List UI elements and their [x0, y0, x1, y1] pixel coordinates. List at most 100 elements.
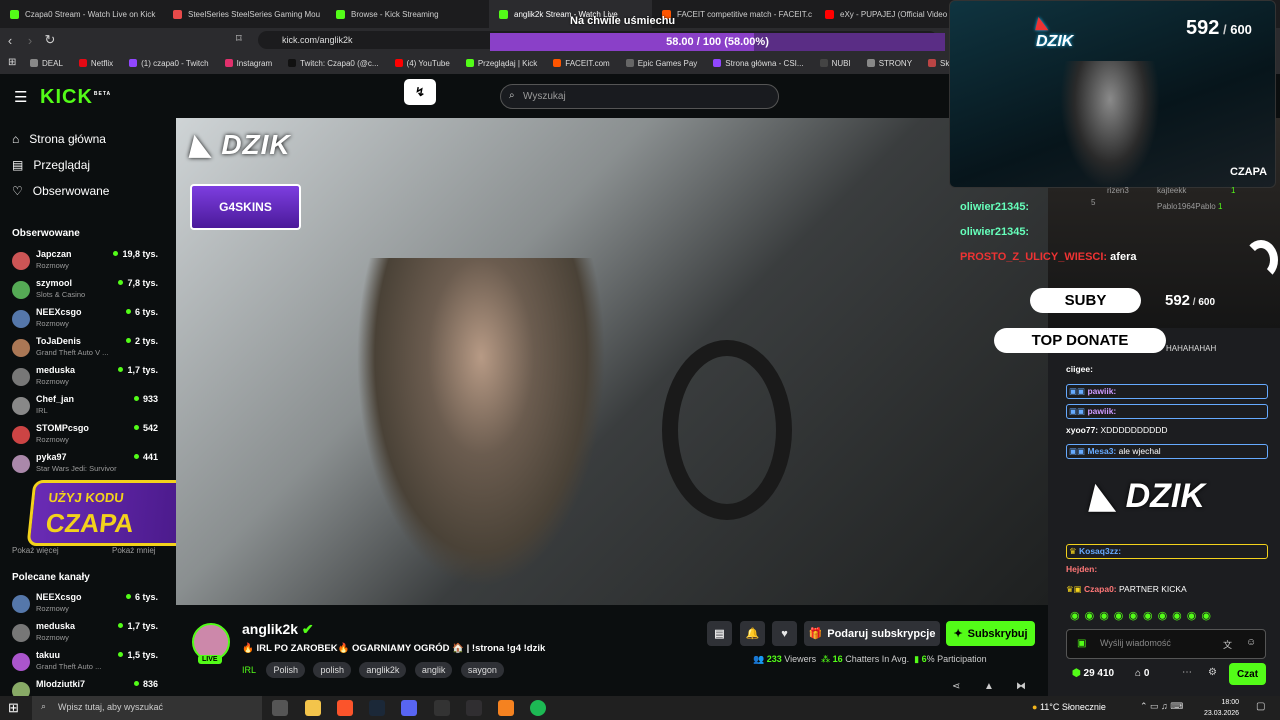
search-input[interactable]: ⌕ Wyszukaj: [500, 84, 779, 109]
webcam-dzik-logo: ◣ DZIK: [1036, 15, 1074, 50]
report-icon[interactable]: ▲: [984, 681, 994, 692]
twitch-icon: [129, 59, 138, 67]
chat-options-icon[interactable]: ⋯: [1182, 667, 1192, 678]
back-icon[interactable]: ‹: [0, 33, 20, 48]
browser-tab[interactable]: Czapa0 Stream - Watch Live on Kick: [0, 0, 163, 28]
dzik-logo-video: ◣ DZIK: [190, 129, 291, 160]
bookmark-item[interactable]: (1) czapa0 - Twitch: [129, 59, 209, 68]
bookmark-item[interactable]: Instagram: [224, 59, 272, 68]
poll-bar: 58.00 / 100 (58.00%): [490, 33, 945, 51]
kick-emote-icon: ▣: [1077, 638, 1087, 649]
nav-browse[interactable]: ▤ Przeglądaj: [12, 158, 90, 172]
poll-title: Na chwile uśmiechu: [570, 15, 676, 27]
followed-channel[interactable]: szymool Slots & Casino 7,8 tys.: [12, 277, 172, 306]
bookmark-item[interactable]: Epic Games Pay: [625, 59, 697, 68]
steam-icon[interactable]: [369, 700, 385, 716]
gift-subs-button[interactable]: 🎁 Podaruj subskrypcje: [804, 621, 940, 646]
bookmark-item[interactable]: Twitch: Czapa0 (@c...: [288, 59, 379, 68]
recommended-channel[interactable]: Mlodziutki7 836: [12, 678, 172, 696]
bookmark-item[interactable]: Przeglądaj | Kick: [465, 59, 537, 68]
bookmark-item[interactable]: Netflix: [78, 59, 113, 68]
task-view-icon[interactable]: [272, 700, 288, 716]
app-icon[interactable]: [498, 700, 514, 716]
recommended-header: Polecane kanały: [12, 572, 90, 583]
browser-tab[interactable]: Browse - Kick Streaming: [326, 0, 489, 28]
weather[interactable]: ● 11°C Słonecznie: [1032, 702, 1106, 712]
stream-stats: 👥 233 Viewers ⁂ 16 Chatters In Avg. ▮ 6%…: [753, 654, 987, 664]
clock[interactable]: 18:00 23.03.2026: [1204, 697, 1239, 719]
tiktok-icon: [288, 59, 297, 67]
followed-channel[interactable]: ToJaDenis Grand Theft Auto V ... 2 tys.: [12, 335, 172, 364]
video-driver-silhouette: [356, 258, 606, 588]
bookmark-item[interactable]: NUBI: [819, 59, 851, 68]
kick-logo[interactable]: KICKBETA: [40, 86, 111, 109]
brave-icon[interactable]: [337, 700, 353, 716]
avatar: [12, 339, 30, 357]
star-icon: ✦: [953, 628, 963, 640]
file-explorer-icon[interactable]: [305, 700, 321, 716]
category-link[interactable]: IRL: [242, 665, 256, 675]
browser-tab[interactable]: SteelSeries SteelSeries Gaming Mou: [163, 0, 326, 28]
kick-app-icon[interactable]: ↯: [404, 79, 436, 105]
video-player[interactable]: ◣ DZIK G4SKINS: [176, 118, 1048, 605]
clip-button[interactable]: ▤: [707, 621, 732, 646]
spotify-icon[interactable]: [530, 700, 546, 716]
show-more-link[interactable]: Pokaż więcej: [12, 546, 59, 555]
subscribe-button[interactable]: ✦ Subskrybuj: [946, 621, 1035, 646]
notifications-icon[interactable]: ▢: [1256, 701, 1265, 712]
tag[interactable]: saygon: [460, 662, 504, 678]
bookmark-item[interactable]: Strona główna - CSI...: [713, 59, 804, 68]
followed-channel[interactable]: Chef_jan IRL 933: [12, 393, 172, 422]
stream-title: 🔥 IRL PO ZAROBEK🔥 OGARNIAMY OGRÓD 🏠 | !s…: [242, 643, 546, 654]
tag[interactable]: polish: [313, 662, 351, 678]
follow-heart-icon[interactable]: ♥: [772, 621, 797, 646]
nav-following[interactable]: ♡ Obserwowane: [12, 184, 109, 198]
tag[interactable]: anglik2k: [359, 662, 407, 678]
bookmark-item[interactable]: (4) YouTube: [394, 59, 450, 68]
share-icon[interactable]: ⋖: [952, 681, 960, 692]
recommended-channel[interactable]: meduska Rozmowy 1,7 tys.: [12, 620, 172, 649]
epic-icon[interactable]: [434, 700, 450, 716]
notification-bell-icon[interactable]: 🔔: [740, 621, 765, 646]
tray-icons[interactable]: ⌃ ▭ ♫ ⌨: [1140, 701, 1183, 712]
emoji-icon[interactable]: ☺: [1246, 637, 1256, 648]
translate-icon[interactable]: 文: [1223, 638, 1232, 651]
followed-channel[interactable]: STOMPcsgo Rozmowy 542: [12, 422, 172, 451]
bookmark-item[interactable]: DEAL: [30, 59, 63, 68]
taskbar-search[interactable]: ⌕ Wpisz tutaj, aby wyszukać: [32, 696, 262, 720]
chat-settings-icon[interactable]: ⚙: [1208, 667, 1217, 678]
tag[interactable]: Polish: [266, 662, 305, 678]
browser-tab[interactable]: FACEIT competitive match - FACEIT.c: [652, 0, 815, 28]
tag[interactable]: anglik: [414, 662, 453, 678]
bookmark-icon[interactable]: ⌑: [236, 32, 242, 45]
menu-icon[interactable]: ☰: [14, 88, 27, 106]
nav-home[interactable]: ⌂ Strona główna: [12, 132, 106, 146]
chat-message: oliwier21345:: [960, 226, 1030, 238]
windows-start-icon[interactable]: ⊞: [8, 700, 19, 716]
promo-code-banner: UŻYJ KODU CZAPA: [26, 480, 194, 546]
recommended-channel[interactable]: NEEXcsgo Rozmowy 6 tys.: [12, 591, 172, 620]
discord-icon[interactable]: [401, 700, 417, 716]
recommended-channel[interactable]: takuu Grand Theft Auto ... 1,5 tys.: [12, 649, 172, 678]
donor-item: 5: [1091, 198, 1096, 207]
donor-item: rizen3: [1107, 186, 1129, 195]
followed-channel[interactable]: pyka97 Star Wars Jedi: Survivor 441: [12, 451, 172, 480]
chat-send-button[interactable]: Czat: [1229, 663, 1266, 685]
followed-channel[interactable]: Japczan Rozmowy 19,8 tys.: [12, 248, 172, 277]
chat-input[interactable]: ▣ Wyślij wiadomość 文 ☺: [1066, 629, 1266, 659]
followed-channel[interactable]: NEEXcsgo Rozmowy 6 tys.: [12, 306, 172, 335]
obs-icon[interactable]: [466, 700, 482, 716]
extension-icon[interactable]: ⧓: [1016, 681, 1026, 692]
reload-icon[interactable]: ↻: [40, 32, 60, 48]
followed-channel[interactable]: meduska Rozmowy 1,7 tys.: [12, 364, 172, 393]
apps-icon[interactable]: ⊞: [8, 57, 16, 68]
avatar: [12, 310, 30, 328]
donor-item: 1: [1231, 186, 1236, 195]
bookmark-item[interactable]: STRONY: [866, 59, 912, 68]
forward-icon[interactable]: ›: [20, 33, 40, 48]
show-less-link[interactable]: Pokaż mniej: [112, 546, 156, 555]
streamer-name[interactable]: anglik2k ✔: [242, 621, 314, 638]
badge-icon: ♛▣: [1066, 584, 1082, 594]
boar-icon: ◣: [1090, 477, 1117, 515]
bookmark-item[interactable]: FACEIT.com: [553, 59, 610, 68]
